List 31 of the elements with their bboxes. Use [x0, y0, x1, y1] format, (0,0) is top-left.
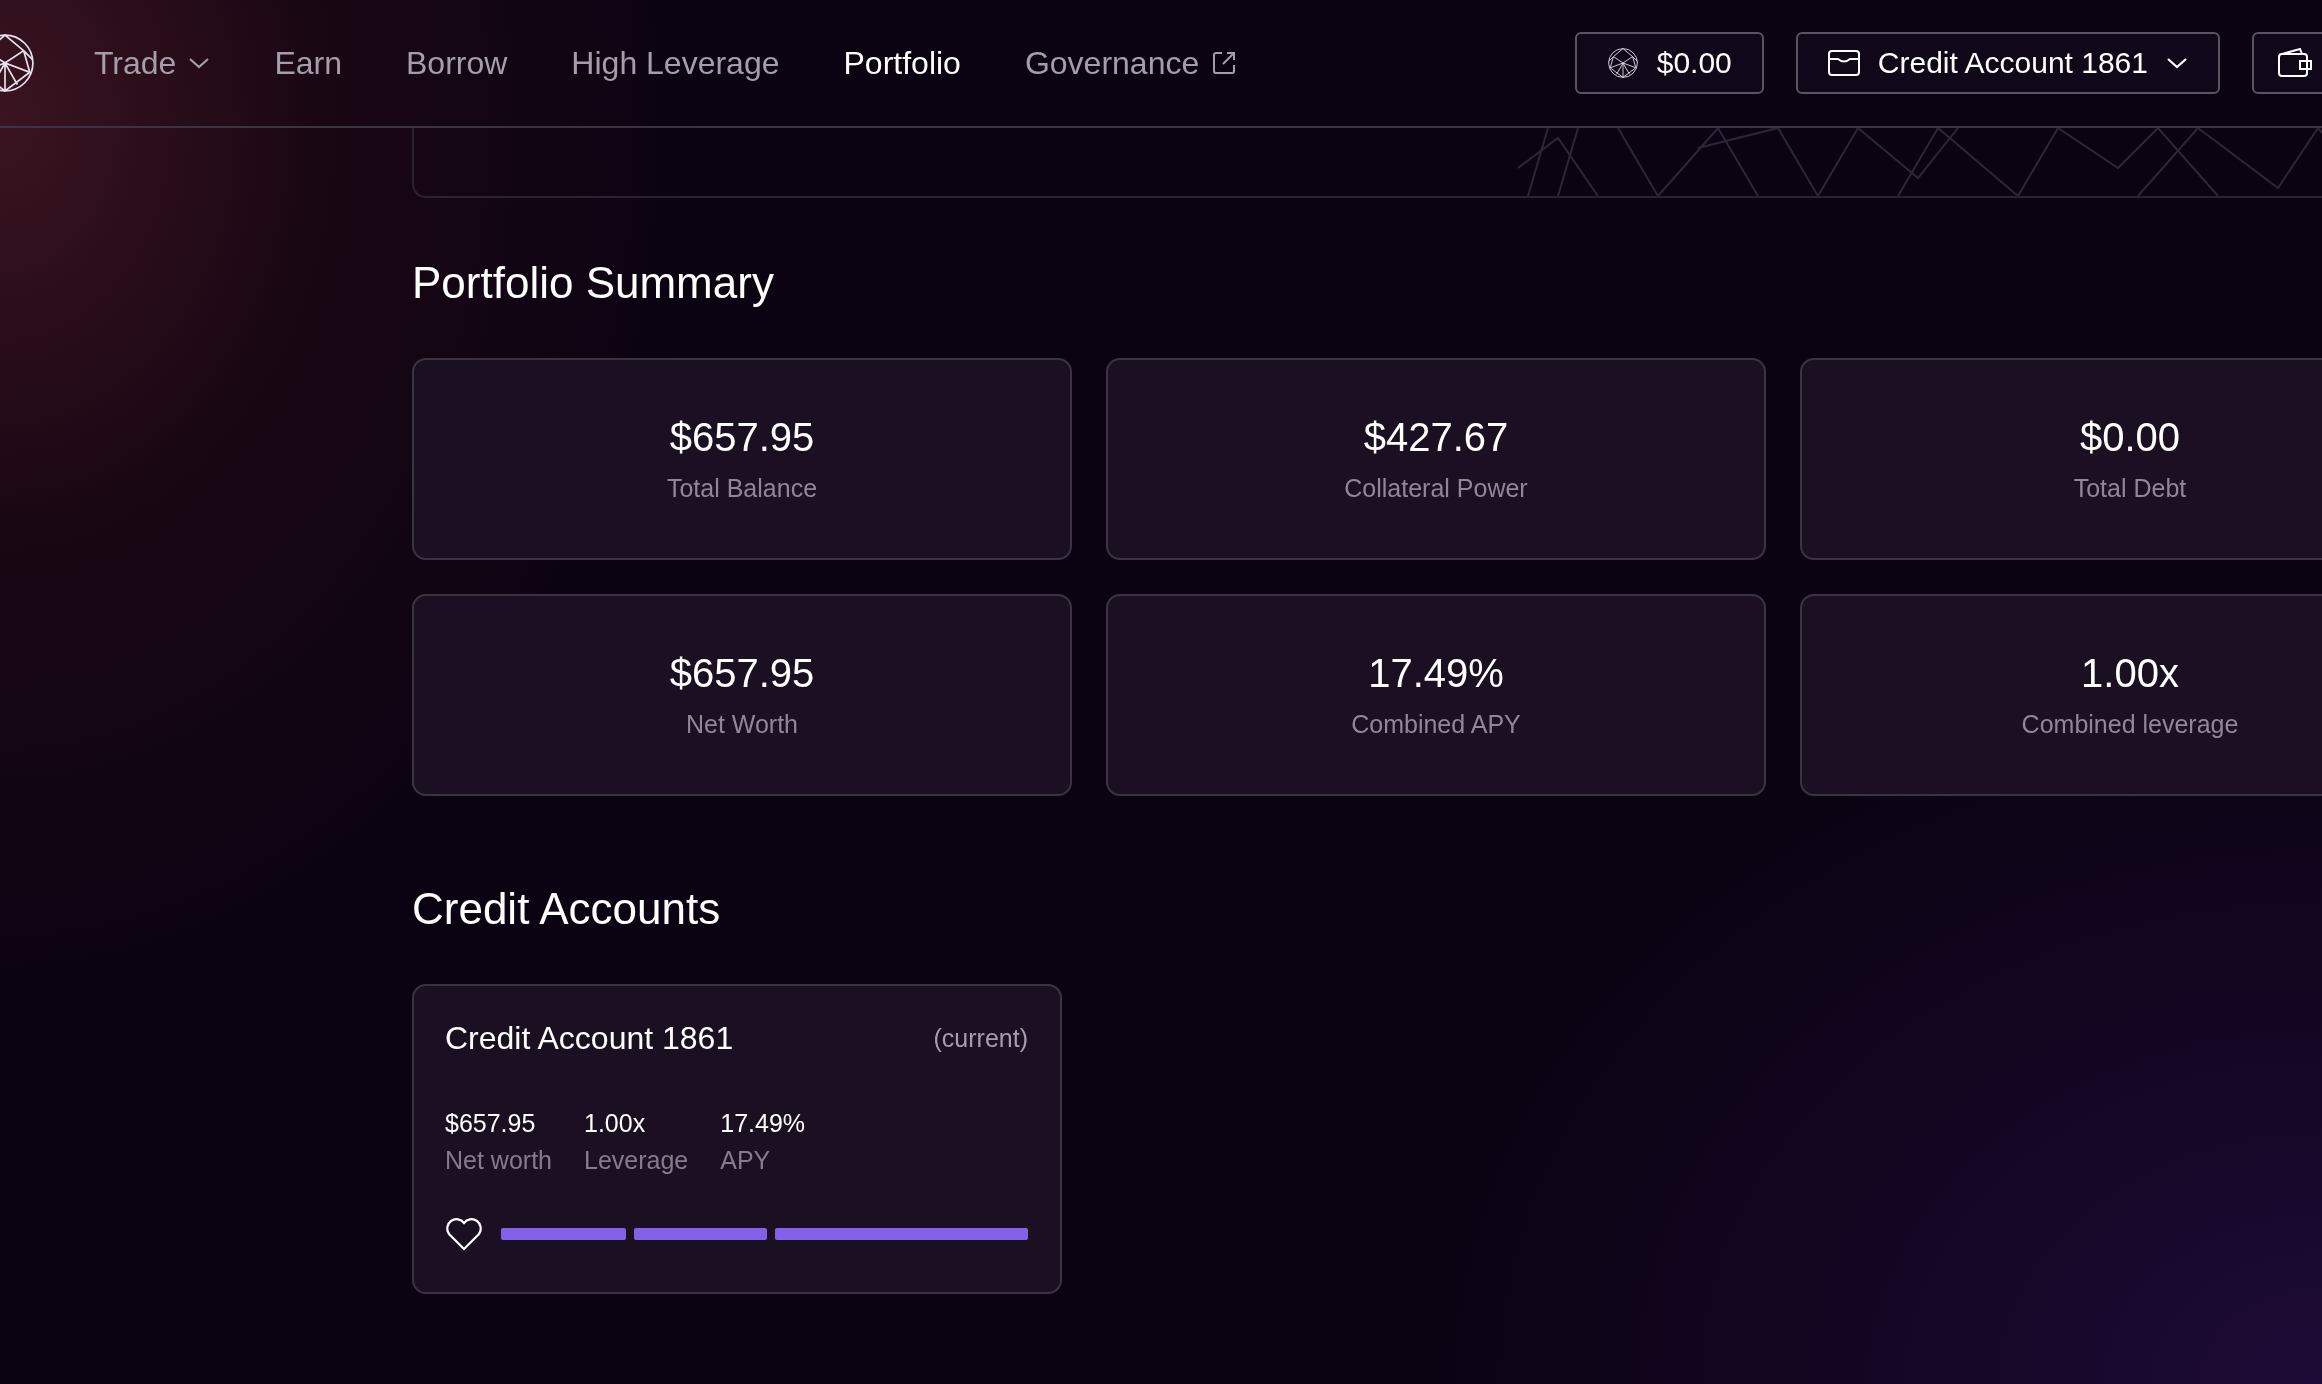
account-selector[interactable]: Credit Account 1861 [1795, 32, 2220, 94]
account-stat-label: Leverage [584, 1146, 689, 1175]
account-name: Credit Account 1861 [445, 1020, 734, 1057]
stat-value: $657.95 [669, 415, 815, 460]
balance-button[interactable]: $0.00 [1574, 32, 1764, 94]
nav-link[interactable]: Trade [94, 44, 211, 82]
nav-link[interactable]: Governance [1024, 44, 1238, 82]
nav-link[interactable]: Borrow [406, 44, 508, 82]
current-tag: (current) [933, 1024, 1028, 1053]
stat-value: 17.49% [1368, 651, 1504, 696]
stat-label: Collateral Power [1344, 474, 1528, 503]
stat-value: $657.95 [669, 651, 815, 696]
account-stat-label: Net worth [445, 1146, 552, 1175]
stat-value: $0.00 [2079, 415, 2181, 460]
stat-value: $427.67 [1363, 415, 1509, 460]
account-stat-value: $657.95 [445, 1109, 537, 1138]
nav-link[interactable]: Earn [274, 44, 342, 82]
account-stat-value: 17.49% [720, 1109, 806, 1138]
section-title: Portfolio Summary [412, 258, 775, 308]
account-stat-label: APY [720, 1146, 772, 1175]
stat-label: Total Debt [2073, 474, 2187, 503]
stat-label: Net Worth [685, 710, 799, 739]
stat-label: Total Balance [666, 474, 818, 503]
nav-link[interactable]: High Leverage [571, 44, 780, 82]
stat-label: Combined leverage [2021, 710, 2239, 739]
stat-label: Combined APY [1351, 710, 1521, 739]
section-title: Credit Accounts [412, 884, 722, 934]
stat-value: 1.00x [2081, 651, 2179, 696]
nav-link[interactable]: Portfolio [843, 44, 961, 82]
account-card[interactable]: Credit Account 1861 (current) $657.95 Net worth 1.00x Leverage 17.49% APY [412, 984, 1062, 1294]
account-stat-value: 1.00x [584, 1109, 647, 1138]
